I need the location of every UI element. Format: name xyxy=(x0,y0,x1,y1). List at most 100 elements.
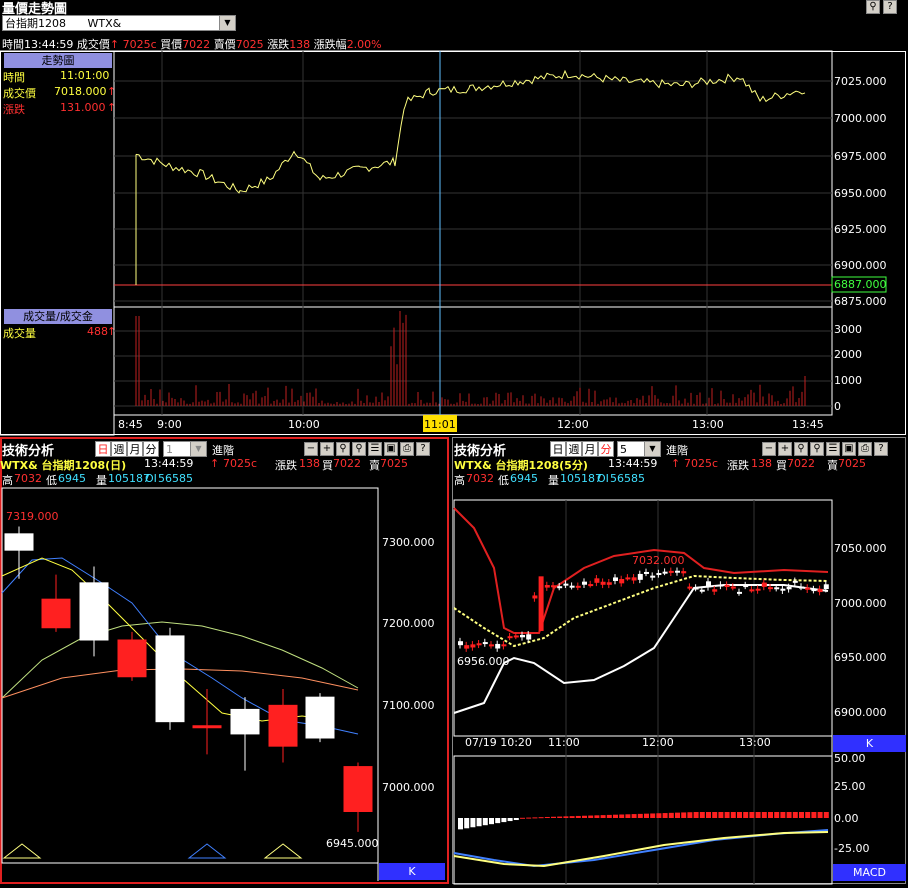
trend-info-frame xyxy=(0,50,115,436)
tech-right-axis-3: 6900.000 xyxy=(834,706,887,719)
macd-bar xyxy=(582,815,587,818)
tech-left-plot-frame xyxy=(1,487,379,864)
zoom-out-icon[interactable]: ⚲ xyxy=(352,442,366,456)
candle-body xyxy=(582,581,587,585)
help-icon[interactable]: ? xyxy=(883,0,897,14)
tech-left-month-button[interactable]: 月 xyxy=(127,441,143,457)
plus-icon[interactable]: + xyxy=(778,442,792,456)
minus-icon[interactable]: − xyxy=(304,442,318,456)
zoom-icon[interactable]: ⚲ xyxy=(866,0,880,14)
macd-bar xyxy=(513,818,519,821)
save-icon[interactable]: ▣ xyxy=(384,442,398,456)
tech-right-axis-2: 6950.000 xyxy=(834,651,887,664)
tech-right-time-2: 12:00 xyxy=(642,736,674,749)
macd-bar xyxy=(489,818,494,825)
candle-body xyxy=(470,644,476,648)
tech-right-period-select[interactable]: 5 ▼ xyxy=(617,441,661,457)
minus-icon[interactable]: − xyxy=(762,442,776,456)
candle-body xyxy=(526,634,532,640)
tech-left-week-button[interactable]: 週 xyxy=(111,441,127,457)
macd-bar xyxy=(786,812,792,818)
tech-left-period-value: 1 xyxy=(166,443,173,456)
zoom-in-icon[interactable]: ⚲ xyxy=(336,442,350,456)
chart-settings-icon[interactable]: ☰ xyxy=(826,442,840,456)
macd-label[interactable]: MACD xyxy=(833,864,906,881)
candle-body xyxy=(538,576,544,631)
zoom-out-icon[interactable]: ⚲ xyxy=(810,442,824,456)
macd-bar xyxy=(551,816,556,818)
time-axis-label: 8:45 xyxy=(118,418,143,431)
macd-bar xyxy=(594,815,600,818)
quote-time: 13:44:59 xyxy=(24,38,74,51)
tech-right-axis-1: 7000.000 xyxy=(834,597,887,610)
macd-bar xyxy=(749,812,755,818)
volume-plot-frame xyxy=(113,306,833,416)
tech-right-day-button[interactable]: 日 xyxy=(550,441,566,457)
tech-left-max-label: 7319.000 xyxy=(6,510,59,523)
candle-body xyxy=(230,708,260,735)
tech-left-axis-2: 7100.000 xyxy=(382,699,435,712)
tech-left-low: 6945 xyxy=(58,472,86,485)
tech-left-bid-label: 買 xyxy=(322,459,333,472)
print-icon[interactable]: ⎙ xyxy=(400,442,414,456)
tech-right-minute-button[interactable]: 分 xyxy=(598,441,614,457)
candle-body xyxy=(557,586,563,589)
candle-body xyxy=(507,636,513,639)
tech-right-week-button[interactable]: 週 xyxy=(566,441,582,457)
candle-body xyxy=(712,589,718,592)
tech-left-period-select[interactable]: 1 ▼ xyxy=(163,441,207,457)
chart-settings-icon[interactable]: ☰ xyxy=(368,442,382,456)
quote-bid-label: 買價 xyxy=(160,38,183,51)
macd-bar xyxy=(811,812,817,818)
print-icon[interactable]: ⎙ xyxy=(858,442,872,456)
candle-body xyxy=(811,589,817,592)
macd-bar xyxy=(644,813,649,818)
tech-left-advanced[interactable]: 進階 xyxy=(212,442,234,458)
tech-right-advanced[interactable]: 進階 xyxy=(666,442,688,458)
candle-body xyxy=(625,577,631,580)
zoom-in-icon[interactable]: ⚲ xyxy=(794,442,808,456)
candle-body xyxy=(755,588,761,591)
tech-left-chart[interactable] xyxy=(1,487,447,888)
plus-icon[interactable]: + xyxy=(320,442,334,456)
help-icon[interactable]: ? xyxy=(874,442,888,456)
chevron-down-icon[interactable]: ▼ xyxy=(644,442,660,456)
macd-bar xyxy=(823,812,829,818)
tech-left-day-button[interactable]: 日 xyxy=(95,441,111,457)
chevron-down-icon[interactable]: ▼ xyxy=(190,442,206,456)
macd-bar xyxy=(743,812,749,818)
candle-body xyxy=(501,644,507,647)
quote-change-label: 漲跌 xyxy=(267,38,290,51)
tech-left-minute-button[interactable]: 分 xyxy=(143,441,159,457)
help-icon[interactable]: ? xyxy=(416,442,430,456)
tech-left-high-label: 高 xyxy=(2,474,13,487)
candle-body xyxy=(520,634,525,638)
tech-right-month-button[interactable]: 月 xyxy=(582,441,598,457)
macd-bar xyxy=(606,814,612,818)
tech-left-k-label[interactable]: K xyxy=(379,863,445,880)
tech-left-bid: 7022 xyxy=(333,457,361,470)
candle-body xyxy=(155,635,185,723)
candle-body xyxy=(761,582,767,587)
save-icon[interactable]: ▣ xyxy=(842,442,856,456)
macd-bar xyxy=(563,816,569,818)
candle-body xyxy=(718,584,724,587)
tech-left-oi: 56585 xyxy=(158,472,193,485)
time-axis-label: 9:00 xyxy=(157,418,182,431)
macd-bar xyxy=(569,816,575,818)
price-axis-label: 6950.000 xyxy=(834,187,887,200)
macd-bar xyxy=(526,817,532,819)
volume-axis-label: 2000 xyxy=(834,348,862,361)
tech-left-vol-label: 量 xyxy=(96,474,107,487)
tech-right-k-label[interactable]: K xyxy=(833,735,906,752)
macd-bar xyxy=(792,812,798,818)
trend-chart[interactable]: 7025.000 7000.000 6975.000 6950.000 6925.000… xyxy=(0,50,906,436)
chevron-down-icon[interactable]: ▼ xyxy=(219,16,235,30)
symbol-select-code: WTX& xyxy=(87,17,122,30)
symbol-select[interactable]: 台指期1208 WTX& ▼ xyxy=(2,15,236,31)
candle-body xyxy=(774,587,780,590)
macd-bar xyxy=(730,812,736,818)
tech-left-time: 13:44:59 xyxy=(144,457,194,470)
time-axis-label: 13:00 xyxy=(692,418,724,431)
candle-body xyxy=(619,579,625,584)
